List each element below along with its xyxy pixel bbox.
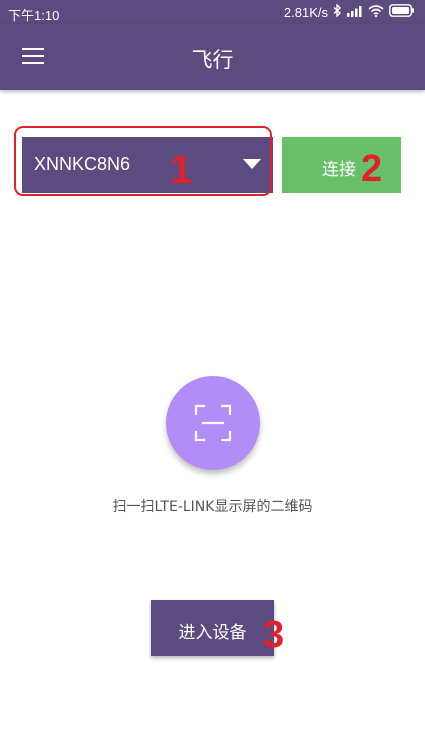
app-bar: 飞行 (0, 24, 425, 90)
status-icons: 2.81K/s (283, 3, 415, 20)
annotation-number-3: 3 (263, 614, 285, 656)
annotation-highlight-box (14, 126, 272, 196)
qr-scan-button[interactable] (166, 376, 260, 470)
wifi-icon (368, 4, 384, 20)
enter-device-button[interactable]: 进入设备 (151, 600, 274, 656)
bluetooth-icon (333, 3, 342, 20)
qr-scan-icon (194, 404, 232, 442)
enter-device-button-label: 进入设备 (178, 623, 247, 643)
connect-button[interactable]: 连接 (282, 137, 401, 193)
status-time: 下午1:10 (8, 8, 60, 23)
page-title: 飞行 (191, 48, 234, 72)
annotation-number-1: 1 (170, 148, 193, 192)
battery-icon (389, 4, 415, 20)
scan-caption: 扫一扫LTE-LINK显示屏的二维码 (112, 499, 313, 515)
network-speed: 2.81K/s (283, 4, 328, 20)
connect-button-label: 连接 (322, 160, 356, 180)
signal-icon (347, 5, 363, 20)
status-bar: 下午1:10 2.81K/s (0, 0, 425, 24)
annotation-number-2: 2 (361, 148, 383, 190)
